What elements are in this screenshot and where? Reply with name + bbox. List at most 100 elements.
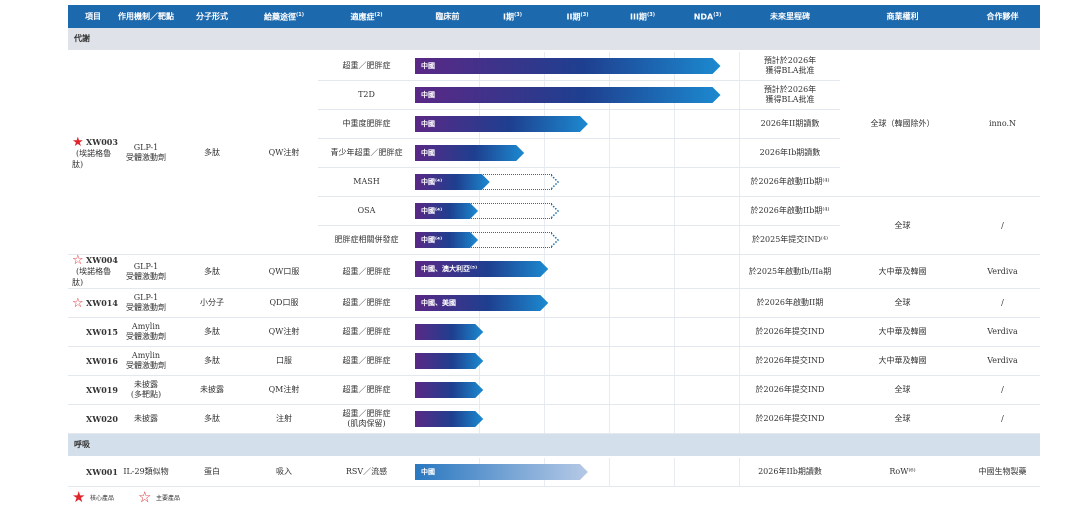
region-label: 中國、美國 (421, 299, 456, 307)
commercial-rights-cell: 全球 (840, 404, 965, 434)
table-row[interactable]: ★ XW003 (埃諾格魯肽) GLP-1 受體激動劑 多肽 QW注射 超重／肥胖症 中國 預計於… (68, 51, 1040, 255)
molecule-form-cell: 未披露 (174, 375, 250, 405)
commercial-rights-cell: 全球（韓國除外） (840, 51, 965, 197)
project-cell: XW019 (68, 375, 118, 405)
table-row[interactable]: XW016 Amylin 受體激動劑 多肽 口服 超重／肥胖症 於2026年提交IND 大中華… (68, 346, 1040, 376)
project-name: XW016 (86, 356, 118, 366)
progress-bar: 中國⁽⁴⁾ (415, 232, 478, 248)
indication-cell: 超重／肥胖症 (肌肉保留) (318, 404, 415, 434)
milestone-cell: 於2026年提交IND (740, 346, 840, 376)
star-filled-icon: ★ (72, 488, 86, 506)
column-header-label: 分子形式 (196, 11, 228, 21)
region-label: 中國⁽⁴⁾ (421, 236, 443, 244)
star-filled-icon: ★ (72, 134, 84, 150)
indication-cell: OSA (318, 196, 415, 226)
commercial-rights-cell: 全球 (840, 288, 965, 318)
partner-cell: / (965, 196, 1040, 255)
indication-cell: 超重／肥胖症 (318, 375, 415, 405)
phase-progress-cell: 中國 (415, 457, 740, 487)
legend-item: ★ 核心產品 (72, 488, 114, 506)
molecule-form-cell: 多肽 (174, 346, 250, 376)
column-header-label: III期 (630, 12, 647, 22)
commercial-rights-cell: 大中華及韓國 (840, 254, 965, 289)
table-row[interactable]: XW020 未披露 多肽 注射 超重／肥胖症 (肌肉保留) 於2026年提交IND 全球 / (68, 404, 1040, 434)
column-header-label: 臨床前 (435, 11, 460, 21)
column-header: 合作夥伴 (965, 5, 1040, 28)
milestone-cell: 於2026年啟動IIb期⁽⁴⁾ (740, 196, 840, 226)
milestone-cell: 預計於2026年 獲得BLA批准 (740, 80, 840, 110)
milestone-cell: 預計於2026年 獲得BLA批准 (740, 51, 840, 81)
section-row: 呼吸 (68, 433, 1040, 458)
route-cell: QW注射 (250, 51, 318, 255)
column-header: NDA(3) (675, 5, 740, 28)
project-name: XW019 (86, 385, 118, 395)
progress-bar: 中國 (415, 116, 588, 132)
route-cell: QW注射 (250, 317, 318, 347)
column-header-label: NDA (693, 12, 714, 22)
table-row[interactable]: XW001 IL-29類似物 蛋白 吸入 RSV／流感 中國 2026年IIb期讀數 RoW⁽… (68, 457, 1040, 487)
table-row[interactable]: ☆ XW004 (埃諾格魯肽) GLP-1 受體激動劑 多肽 QW口服 超重／肥胖症 中國、澳大… (68, 254, 1040, 289)
phase-progress-cell: 中國⁽⁴⁾ (415, 167, 740, 197)
mechanism-cell: GLP-1 受體激動劑 (118, 288, 174, 318)
column-header: 給藥途徑(1) (250, 5, 318, 28)
route-cell: 口服 (250, 346, 318, 376)
partner-cell: Verdiva (965, 254, 1040, 289)
legend-label: 核心產品 (90, 494, 115, 502)
planned-arrow-tip (550, 203, 560, 219)
project-cell: ★ XW003 (埃諾格魯肽) (68, 51, 118, 255)
indication-cell: T2D (318, 80, 415, 110)
molecule-form-cell: 多肽 (174, 51, 250, 255)
progress-bar: 中國⁽⁴⁾ (415, 174, 490, 190)
mechanism-cell: 未披露 (多靶點) (118, 375, 174, 405)
column-header: I期(3) (480, 5, 545, 28)
molecule-form-cell: 多肽 (174, 254, 250, 289)
indication-cell: 肥胖症相關併發症 (318, 225, 415, 255)
table-row[interactable]: ☆ XW014 GLP-1 受體激動劑 小分子 QD口服 超重／肥胖症 中國、美國 於2026年… (68, 288, 1040, 318)
progress-bar: 中國⁽⁴⁾ (415, 203, 478, 219)
indication-cell: 超重／肥胖症 (318, 51, 415, 81)
column-header: III期(3) (610, 5, 675, 28)
project-cell: XW015 (68, 317, 118, 347)
phase-progress-cell: 中國 (415, 109, 740, 139)
table-row[interactable]: XW019 未披露 (多靶點) 未披露 QM注射 超重／肥胖症 於2026年提交IND 全球 / (68, 375, 1040, 405)
milestone-cell: 於2026年啟動II期 (740, 288, 840, 318)
column-header-label: 未來里程碑 (770, 11, 810, 21)
column-header-label: 作用機制／靶點 (118, 11, 174, 21)
milestone-cell: 於2026年提交IND (740, 404, 840, 434)
project-name: XW014 (86, 297, 118, 308)
molecule-form-cell: 小分子 (174, 288, 250, 318)
column-header: 臨床前 (415, 5, 480, 28)
milestone-cell: 2026年Ib期讀數 (740, 138, 840, 168)
milestone-cell: 於2026年提交IND (740, 317, 840, 347)
progress-bar (415, 353, 483, 369)
mechanism-cell: IL-29類似物 (118, 457, 174, 487)
milestone-cell: 於2026年提交IND (740, 375, 840, 405)
progress-bar (415, 382, 483, 398)
route-cell: QM注射 (250, 375, 318, 405)
region-label: 中國 (421, 468, 435, 476)
legend: ★ 核心產品 ☆ 主要產品 (72, 488, 180, 506)
commercial-rights-cell: 全球 (840, 375, 965, 405)
column-header: II期(3) (545, 5, 610, 28)
phase-progress-cell (415, 346, 740, 376)
phase-progress-cell: 中國 (415, 51, 740, 81)
region-label: 中國⁽⁴⁾ (421, 178, 443, 186)
legend-label: 主要產品 (156, 494, 181, 502)
indication-cell: 青少年超重／肥胖症 (318, 138, 415, 168)
planned-arrow-tip (550, 174, 560, 190)
column-header-label: 適應症 (350, 12, 375, 22)
column-header: 適應症(2) (318, 5, 415, 28)
milestone-cell: 於2025年提交IND⁽⁴⁾ (740, 225, 840, 255)
region-label: 中國、澳大利亞⁽⁵⁾ (421, 265, 478, 273)
column-header-label: 給藥途徑 (263, 12, 296, 22)
progress-bar: 中國、美國 (415, 295, 548, 311)
star-outline-icon: ☆ (72, 295, 84, 311)
project-name: XW020 (86, 414, 118, 424)
column-header: 未來里程碑 (740, 5, 840, 28)
table-row[interactable]: XW015 Amylin 受體激動劑 多肽 QW注射 超重／肥胖症 於2026年提交IND 大… (68, 317, 1040, 347)
progress-bar: 中國 (415, 58, 721, 74)
region-label: 中國 (421, 120, 435, 128)
commercial-rights-cell: 大中華及韓國 (840, 317, 965, 347)
column-header-label: 合作夥伴 (986, 11, 1019, 21)
section-label: 代謝 (68, 28, 1040, 52)
